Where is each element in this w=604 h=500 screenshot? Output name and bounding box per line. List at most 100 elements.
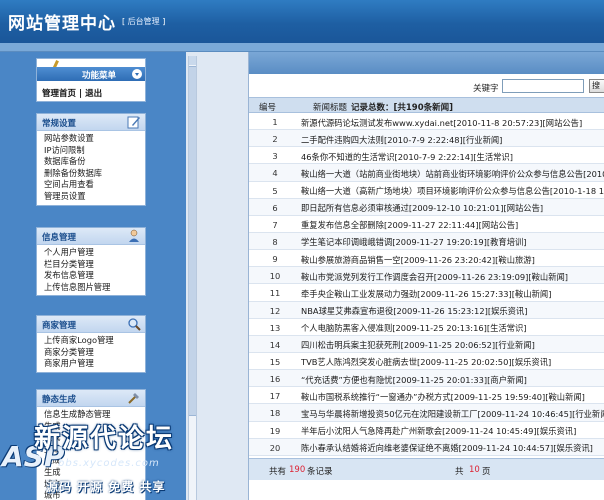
row-number: 14 bbox=[269, 339, 281, 350]
total-prefix: 共有 bbox=[269, 467, 287, 477]
panel-header[interactable]: 商家管理 bbox=[37, 316, 145, 333]
news-title[interactable]: 牵手央企鞍山工业发展动力强劲 bbox=[301, 289, 417, 299]
news-title[interactable]: TVB艺人陈鸿烈突发心脏病去世 bbox=[301, 357, 417, 367]
panel-header[interactable]: 静态生成 bbox=[37, 390, 145, 407]
table-row[interactable]: 3 46条你不知道的生活常识[2010-7-9 2:22:14][生活常识] bbox=[249, 147, 604, 165]
panel-header[interactable]: 信息管理 bbox=[37, 228, 145, 245]
sidebar-item-space-usage[interactable]: 空间占用查看 bbox=[44, 179, 145, 191]
sidebar-scrollbar[interactable] bbox=[188, 56, 197, 500]
table-row[interactable]: 13 个人电脑防黑客入侵准则[2009-11-25 20:13:16][生活常识] bbox=[249, 319, 604, 336]
table-row[interactable]: 12 NBA球星艾弗森宣布退役[2009-11-26 15:23:12][娱乐资讯… bbox=[249, 301, 604, 319]
news-title[interactable]: 46条你不知道的生活常识 bbox=[301, 152, 395, 162]
row-title-link[interactable]: 半年后小沈阳人气急降再赴广州新歌会[2009-11-24 10:45:49][娱… bbox=[301, 425, 576, 437]
news-date-category: [2010-1-18 14: bbox=[549, 186, 604, 197]
row-title-link[interactable]: 二手配件违购四大法则[2010-7-9 2:22:48][行业新闻] bbox=[301, 134, 502, 146]
news-title[interactable]: 陈小春承认结婚将近向维老婆保证绝不离婚 bbox=[301, 443, 459, 453]
row-title-link[interactable]: 即日起所有信息必须审核通过[2009-12-10 10:21:01][网站公告] bbox=[301, 202, 543, 214]
row-title-link[interactable]: “代充话费”方便也有隐忧[2009-11-25 20:01:33][商户新闻] bbox=[301, 374, 527, 386]
row-title-link[interactable]: 个人电脑防黑客入侵准则[2009-11-25 20:13:16][生活常识] bbox=[301, 322, 527, 334]
sidebar-item-ip-limit[interactable]: IP访问限制 bbox=[44, 145, 145, 157]
table-row[interactable]: 1 新源代源码论坛测试发布www.xydai.net[2010-11-8 20:5… bbox=[249, 113, 604, 131]
table-row[interactable]: 2 二手配件违购四大法则[2010-7-9 2:22:48][行业新闻] bbox=[249, 130, 604, 148]
table-row[interactable]: 7 重复发布信息全部删除[2009-11-27 22:11:44][网站公告] bbox=[249, 216, 604, 233]
table-row[interactable]: 19 半年后小沈阳人气急降再赴广州新歌会[2009-11-24 10:45:49]… bbox=[249, 422, 604, 439]
search-input[interactable] bbox=[502, 79, 584, 93]
row-title-link[interactable]: 四川松击明兵案主犯获死刑[2009-11-25 20:06:52][行业新闻] bbox=[301, 339, 535, 351]
news-title[interactable]: 鞍山络一大道（高新广场地块）项目环境影响评价公众参与信息公告 bbox=[301, 186, 550, 196]
row-number: 19 bbox=[269, 425, 281, 436]
table-row[interactable]: 17 鞍山市国税系统推行“一窗通办”办税方式[2009-11-25 19:59:4… bbox=[249, 387, 604, 405]
table-row[interactable]: 16 “代充话费”方便也有隐忧[2009-11-25 20:01:33][商户新闻… bbox=[249, 370, 604, 388]
sidebar-item-publish-info[interactable]: 发布信息管理 bbox=[44, 270, 145, 282]
logout-link[interactable]: 退出 bbox=[85, 89, 102, 99]
news-title[interactable]: 二手配件违购四大法则 bbox=[301, 135, 384, 145]
tools-icon bbox=[128, 393, 139, 404]
panel-header[interactable]: 常规设置 bbox=[37, 114, 145, 131]
row-title-link[interactable]: 牵手央企鞍山工业发展动力强劲[2009-11-26 15:27:33][鞍山新闻… bbox=[301, 288, 551, 300]
row-title-link[interactable]: 宝马与华晨将新增投资50亿元在沈阳建设新工厂[2009-11-24 10:46:… bbox=[301, 408, 604, 420]
table-row[interactable]: 4 鞍山络一大道（站前商业街地块）站前商业街环境影响评价公众参与信息公告[2010… bbox=[249, 164, 604, 182]
row-title-link[interactable]: 新源代源码论坛测试发布www.xydai.net[2010-11-8 20:57… bbox=[301, 117, 582, 129]
sidebar-item-category[interactable]: 栏目分类管理 bbox=[44, 259, 145, 271]
row-title-link[interactable]: 鞍山络一大道（高新广场地块）项目环境影响评价公众参与信息公告[2010-1-18… bbox=[301, 185, 604, 197]
row-title-link[interactable]: 鞍山市党派党列发行工作调度会召开[2009-11-26 23:19:09][鞍山… bbox=[301, 271, 568, 283]
sidebar-item-upload-images[interactable]: 上传信息图片管理 bbox=[44, 282, 145, 294]
news-title[interactable]: 学生笔记本印调峨峨错调 bbox=[301, 237, 392, 247]
news-date-category: [2009-11-27 22:11:44][网站公告] bbox=[383, 220, 519, 231]
news-date-category: [2009-11-26 15:23:12][娱乐资讯] bbox=[393, 306, 528, 317]
sidebar-item-admin-settings[interactable]: 管理员设置 bbox=[44, 191, 145, 203]
row-title-link[interactable]: 鞍山市国税系统推行“一窗通办”办税方式[2009-11-25 19:59:40]… bbox=[301, 391, 585, 403]
news-date-category: [2009-12-10 10:21:01][网站公告] bbox=[408, 203, 544, 214]
scroll-up-arrow[interactable] bbox=[189, 56, 196, 65]
sidebar-item-db-backup[interactable]: 数据库备份 bbox=[44, 156, 145, 168]
news-title[interactable]: 即日起所有信息必须审核通过 bbox=[301, 203, 409, 213]
table-row[interactable]: 9 鞍山参展旅游商品销售一空[2009-11-26 23:20:42][鞍山旅游] bbox=[249, 250, 604, 268]
news-title[interactable]: 宝马与华晨将新增投资50亿元在沈阳建设新工厂 bbox=[301, 409, 478, 419]
row-number: 4 bbox=[272, 168, 278, 179]
news-title[interactable]: 重复发布信息全部删除 bbox=[301, 220, 384, 230]
row-number: 15 bbox=[269, 356, 281, 367]
row-title-link[interactable]: 46条你不知道的生活常识[2010-7-9 2:22:14][生活常识] bbox=[301, 151, 513, 163]
news-date-category: [2009-11-27 19:20:19][教育培训] bbox=[392, 237, 527, 248]
news-title[interactable]: 半年后小沈阳人气急降再赴广州新歌会 bbox=[301, 426, 442, 436]
news-title[interactable]: 鞍山市国税系统推行“一窗通办”办税方式 bbox=[301, 392, 451, 402]
sidebar-item-personal-users[interactable]: 个人用户管理 bbox=[44, 247, 145, 259]
row-title-link[interactable]: 鞍山参展旅游商品销售一空[2009-11-26 23:20:42][鞍山旅游] bbox=[301, 254, 535, 266]
news-title[interactable]: “代充话费”方便也有隐忧 bbox=[301, 375, 393, 385]
row-title-link[interactable]: 学生笔记本印调峨峨错调[2009-11-27 19:20:19][教育培训] bbox=[301, 236, 527, 248]
news-title[interactable]: 新源代源码论坛测试发布www.xydai.net bbox=[301, 118, 453, 128]
news-date-category: [2010-11-8 20:57:23][网站公告] bbox=[453, 117, 583, 128]
sidebar-item-merchant-users[interactable]: 商家用户管理 bbox=[44, 358, 145, 370]
sidebar-item-site-params[interactable]: 网站参数设置 bbox=[44, 133, 145, 145]
row-title-link[interactable]: 鞍山络一大道（站前商业街地块）站前商业街环境影响评价公众参与信息公告[2010-… bbox=[301, 168, 604, 180]
news-title[interactable]: 个人电脑防黑客入侵准则 bbox=[301, 323, 392, 333]
table-row[interactable]: 6 即日起所有信息必须审核通过[2009-12-10 10:21:01][网站公告… bbox=[249, 198, 604, 216]
search-button[interactable]: 搜 bbox=[589, 79, 604, 93]
table-row[interactable]: 20 陈小春承认结婚将近向维老婆保证绝不离婚[2009-11-24 10:44:5… bbox=[249, 438, 604, 456]
table-row[interactable]: 15 TVB艺人陈鸿烈突发心脏病去世[2009-11-25 20:02:50][娱… bbox=[249, 353, 604, 371]
table-row[interactable]: 11 牵手央企鞍山工业发展动力强劲[2009-11-26 15:27:33][鞍山… bbox=[249, 284, 604, 302]
table-row[interactable]: 14 四川松击明兵案主犯获死刑[2009-11-25 20:06:52][行业新闻… bbox=[249, 335, 604, 353]
home-link[interactable]: 管理首页 bbox=[42, 89, 76, 99]
row-title-link[interactable]: 陈小春承认结婚将近向维老婆保证绝不离婚[2009-11-24 10:44:57]… bbox=[301, 442, 593, 454]
news-title[interactable]: 鞍山络一大道（站前商业街地块）站前商业街环境影响评价公众参与信息公告 bbox=[301, 169, 583, 179]
news-title[interactable]: 鞍山参展旅游商品销售一空 bbox=[301, 255, 401, 265]
table-row[interactable]: 8 学生笔记本印调峨峨错调[2009-11-27 19:20:19][教育培训] bbox=[249, 232, 604, 251]
main-content: 关键字 搜 编号 新闻标题 记录总数：[共190条新闻] 1 新源代源码论坛测试发… bbox=[248, 52, 604, 500]
collapse-icon[interactable] bbox=[132, 69, 142, 79]
table-row[interactable]: 5 鞍山络一大道（高新广场地块）项目环境影响评价公众参与信息公告[2010-1-1… bbox=[249, 182, 604, 199]
row-title-link[interactable]: TVB艺人陈鸿烈突发心脏病去世[2009-11-25 20:02:50][娱乐资… bbox=[301, 356, 551, 368]
table-row[interactable]: 10 鞍山市党派党列发行工作调度会召开[2009-11-26 23:19:09][… bbox=[249, 267, 604, 285]
news-title[interactable]: 鞍山市党派党列发行工作调度会召开 bbox=[301, 272, 434, 282]
search-bar: 关键字 搜 bbox=[249, 78, 604, 96]
sidebar-item-delete-backup[interactable]: 删除备份数据库 bbox=[44, 168, 145, 180]
row-title-link[interactable]: NBA球星艾弗森宣布退役[2009-11-26 15:23:12][娱乐资讯] bbox=[301, 305, 528, 317]
news-title[interactable]: 四川松击明兵案主犯获死刑 bbox=[301, 340, 401, 350]
sidebar-item-merchant-category[interactable]: 商家分类管理 bbox=[44, 347, 145, 359]
news-title[interactable]: NBA球星艾弗森宣布退役 bbox=[301, 306, 393, 316]
row-title-link[interactable]: 重复发布信息全部删除[2009-11-27 22:11:44][网站公告] bbox=[301, 219, 518, 231]
news-date-category: [2010-7-9 2:22:14][生活常识] bbox=[394, 151, 513, 162]
table-row[interactable]: 18 宝马与华晨将新增投资50亿元在沈阳建设新工厂[2009-11-24 10:4… bbox=[249, 404, 604, 422]
scroll-thumb[interactable] bbox=[189, 66, 196, 416]
sidebar-item-merchant-logo[interactable]: 上传商家Logo管理 bbox=[44, 335, 145, 347]
